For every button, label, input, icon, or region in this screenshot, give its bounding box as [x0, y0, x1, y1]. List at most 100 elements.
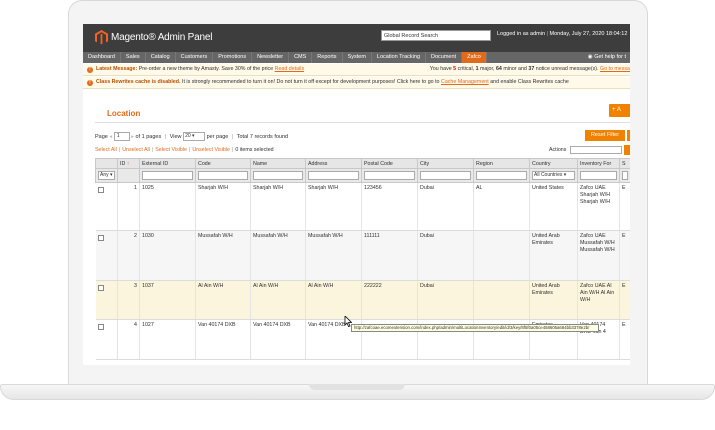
nav-item-document[interactable]: Document	[426, 52, 463, 63]
external-id-filter[interactable]	[142, 171, 193, 180]
id-cell: 3	[117, 280, 140, 320]
inventory-filter[interactable]	[580, 171, 617, 180]
postal-code-filter[interactable]	[364, 171, 415, 180]
select-all-link[interactable]: Select All	[95, 147, 117, 153]
name-filter[interactable]	[253, 171, 303, 180]
latest-message-text: Pre-order a new theme by Amasty. Save 30…	[138, 66, 274, 72]
row-select-cell	[95, 230, 118, 281]
per-page-value: 20	[185, 133, 191, 139]
add-location-button[interactable]: + A	[609, 104, 630, 117]
header-row: ID ↑ External ID Code Name Address Posta…	[95, 158, 630, 169]
nav-item-dashboard[interactable]: Dashboard	[83, 52, 121, 63]
inventory-cell: Zafco UAE Al Ain W/H Al Ain W/H	[577, 280, 620, 320]
read-details-link[interactable]: Read details	[275, 66, 304, 72]
select-visible-link[interactable]: Select Visible	[155, 147, 187, 153]
title-divider	[95, 122, 630, 123]
region-cell	[473, 280, 530, 320]
filter-cell	[305, 168, 362, 183]
table-row[interactable]: 3 1037 Al Ain W/H Al Ain W/H Al Ain W/H …	[95, 280, 630, 320]
submit-action-button[interactable]	[624, 145, 630, 155]
prev-page-icon[interactable]: ◂	[109, 134, 112, 140]
search-button[interactable]	[627, 130, 630, 141]
laptop-notch	[309, 384, 405, 390]
address-filter[interactable]	[308, 171, 359, 180]
col-header-address[interactable]: Address	[305, 158, 362, 169]
mass-separator: |	[188, 147, 191, 153]
col-header-postal-code[interactable]: Postal Code	[361, 158, 418, 169]
pager: Page ◂ 1 ▸ of 1 pages | View 20 ▾ per pa…	[95, 132, 288, 141]
cache-warning-label: Class Rewrites cache is disabled.	[96, 79, 181, 85]
cache-management-link[interactable]: Cache Management	[441, 79, 489, 85]
col-header-id[interactable]: ID ↑	[117, 158, 140, 169]
code-cell: Sharjah W/H	[195, 182, 251, 231]
col-header-code[interactable]: Code	[195, 158, 251, 169]
of-pages: of 1 pages	[135, 133, 162, 140]
nav-item-promotions[interactable]: Promotions	[213, 52, 253, 63]
col-header-name[interactable]: Name	[250, 158, 306, 169]
postal-code-cell: 222222	[361, 280, 418, 320]
nav-item-newsletter[interactable]: Newsletter	[252, 52, 290, 63]
col-header-city[interactable]: City	[417, 158, 474, 169]
help-link[interactable]: ◉ Get help for t	[584, 52, 630, 63]
nav-item-location-tracking[interactable]: Location Tracking	[372, 52, 427, 63]
nav-item-zafco[interactable]: Zafco	[462, 52, 487, 63]
col-header-region[interactable]: Region	[473, 158, 530, 169]
col-header-inventory[interactable]: Inventory For	[577, 158, 620, 169]
region-filter[interactable]	[476, 171, 527, 180]
filter-row: Any ▾ All Countries ▾	[95, 168, 630, 183]
page-title: Location	[107, 109, 141, 118]
nav-item-system[interactable]: System	[343, 52, 372, 63]
notice-label: notice unread message(s).	[535, 66, 599, 72]
filter-cell: All Countries ▾	[529, 168, 578, 183]
filter-cell	[117, 168, 140, 183]
country-filter[interactable]: All Countries ▾	[532, 171, 575, 180]
name-cell: Al Ain W/H	[250, 280, 306, 320]
cache-warning-tail: and enable Class Rewrites cache	[490, 79, 569, 85]
id-cell: 2	[117, 230, 140, 281]
per-page-select[interactable]: 20 ▾	[183, 132, 206, 141]
go-to-messages-link[interactable]: Go to messa	[600, 66, 630, 72]
counts-prefix: You have	[429, 66, 452, 72]
login-separator: |	[546, 31, 548, 37]
global-search-input[interactable]: Global Record Search	[381, 30, 491, 41]
city-filter[interactable]	[420, 171, 471, 180]
mouse-cursor-icon	[344, 316, 352, 327]
col-header-country[interactable]: Country	[529, 158, 578, 169]
filter-cell	[361, 168, 418, 183]
nav-item-cms[interactable]: CMS	[289, 52, 313, 63]
row-checkbox[interactable]	[97, 187, 104, 193]
col-header-s[interactable]: S	[619, 158, 630, 169]
unselect-all-link[interactable]: Unselect All	[122, 147, 150, 153]
page-input[interactable]: 1	[113, 132, 130, 141]
actions-select[interactable]	[570, 146, 622, 154]
col-header-external-id[interactable]: External ID	[139, 158, 196, 169]
s-cell: E	[619, 280, 630, 320]
row-checkbox[interactable]	[97, 324, 104, 330]
unselect-visible-link[interactable]: Unselect Visible	[192, 147, 230, 153]
cache-warning-bar: ! Class Rewrites cache is disabled. It is…	[83, 77, 630, 89]
pager-separator-2: |	[231, 133, 234, 140]
filter-cell	[473, 168, 530, 183]
code-filter[interactable]	[198, 171, 248, 180]
table-row[interactable]: 2 1030 Mussafah W/H Mussafah W/H Mussafa…	[95, 230, 630, 281]
nav-item-sales[interactable]: Sales	[121, 52, 146, 63]
login-info: Logged in as admin | Monday, July 27, 20…	[497, 31, 627, 37]
minor-label: minor and	[503, 66, 527, 72]
nav-item-catalog[interactable]: Catalog	[146, 52, 176, 63]
filter-cell	[417, 168, 474, 183]
nav-item-reports[interactable]: Reports	[312, 52, 343, 63]
name-cell: Sharjah W/H	[250, 182, 306, 231]
select-filter[interactable]: Any ▾	[98, 171, 115, 180]
table-row[interactable]: 1 1025 Sharjah W/H Sharjah W/H Sharjah W…	[95, 182, 630, 231]
address-cell: Sharjah W/H	[305, 182, 362, 231]
row-checkbox[interactable]	[97, 235, 104, 241]
inventory-cell: Zafco UAE Mussafah W/H Mussafah W/H	[577, 230, 620, 281]
s-filter[interactable]	[622, 171, 628, 180]
next-page-icon[interactable]: ▸	[131, 134, 134, 140]
filter-cell	[195, 168, 251, 183]
nav-item-customers[interactable]: Customers	[176, 52, 214, 63]
help-label: Get help for t	[594, 54, 626, 60]
row-checkbox[interactable]	[97, 285, 104, 291]
country-cell: United Arab Emirates	[529, 280, 578, 320]
reset-filter-button[interactable]: Reset Filter	[585, 130, 625, 141]
